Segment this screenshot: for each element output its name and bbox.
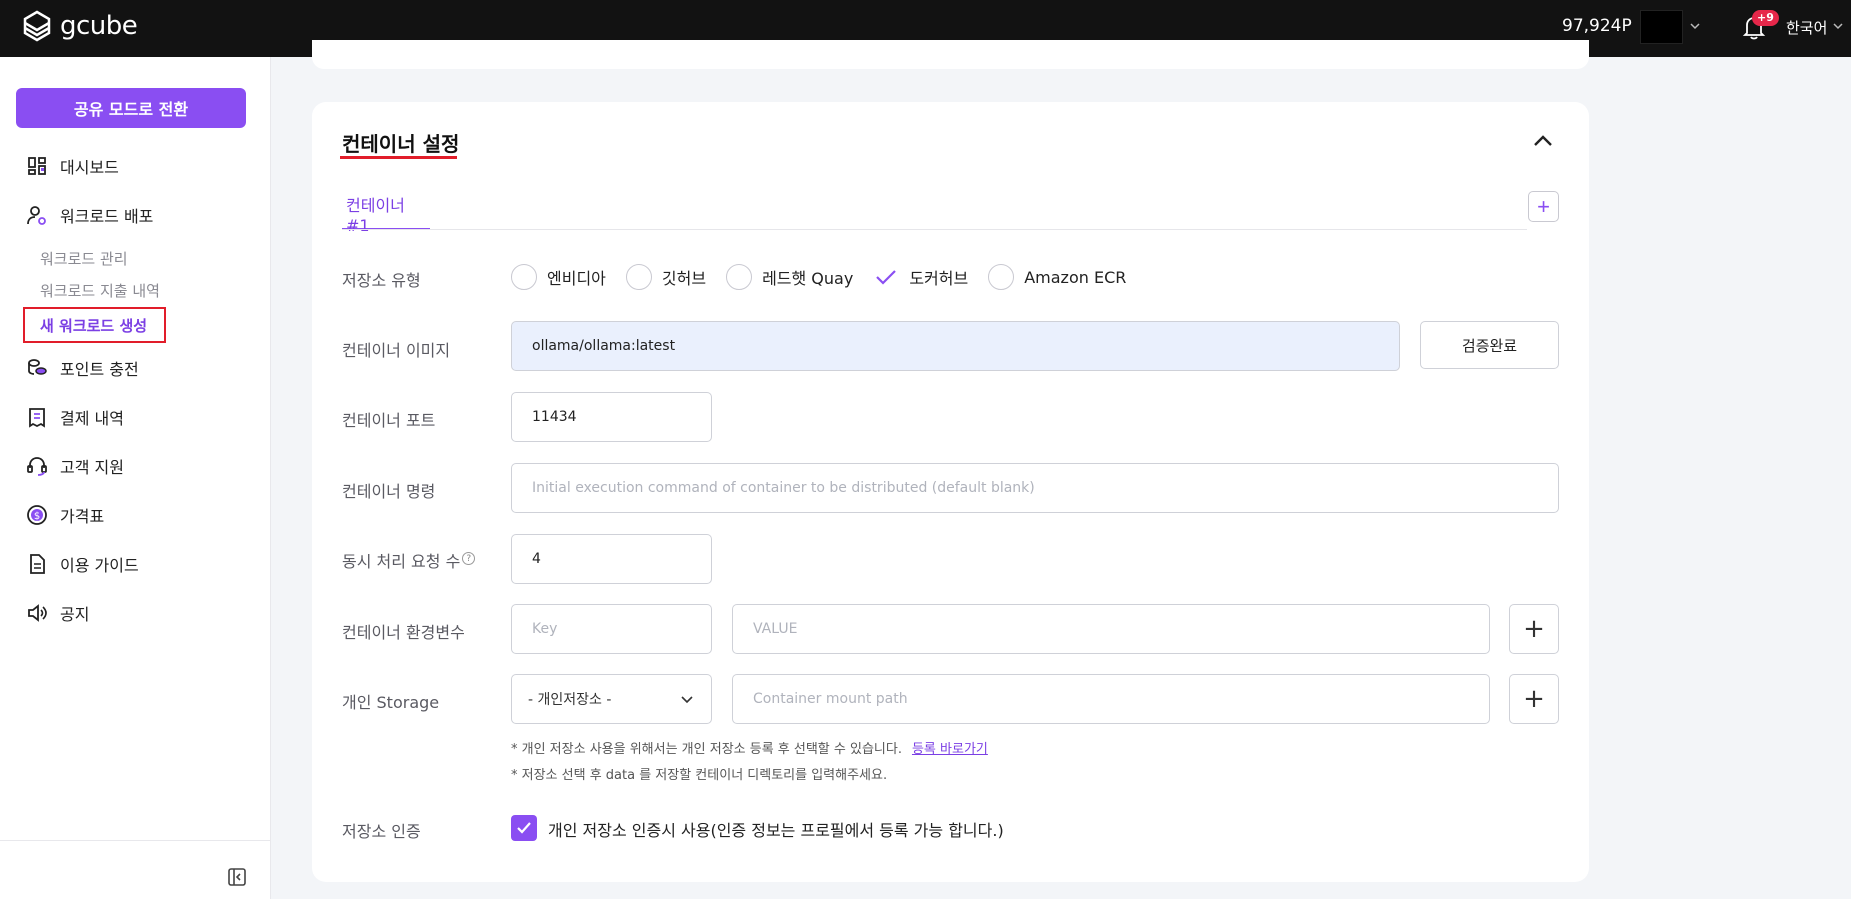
chevron-down-icon[interactable] <box>1831 19 1845 33</box>
plus-icon: + <box>1523 684 1545 714</box>
sidebar-subitem-label: 새 워크로드 생성 <box>40 316 148 335</box>
sidebar-item-label: 워크로드 배포 <box>60 207 154 226</box>
checkmark-icon <box>873 264 899 290</box>
tab-container-1[interactable]: 컨테이너 #1 <box>342 192 430 235</box>
registry-type-radio-group: 엔비디아 깃허브 레드햇 Quay 도커허브 Amazon ECR <box>511 262 1146 292</box>
radio-label: 도커허브 <box>909 269 969 288</box>
share-mode-button[interactable]: 공유 모드로 전환 <box>16 88 246 128</box>
sidebar-subitem-workload-spending[interactable]: 워크로드 지출 내역 <box>40 280 160 301</box>
dashboard-icon <box>28 157 46 175</box>
radio-dockerhub[interactable]: 도커허브 <box>873 264 968 290</box>
radio-circle <box>511 264 537 290</box>
sidebar-item-pricing[interactable]: $ 가격표 <box>26 500 104 530</box>
radio-circle <box>625 264 652 290</box>
sidebar-item-support[interactable]: 고객 지원 <box>26 451 124 481</box>
concurrency-label-text: 동시 처리 요청 수 <box>342 552 461 571</box>
sidebar: 공유 모드로 전환 대시보드 워크로드 배포 워크로드 관리 워크로드 지출 내… <box>0 57 271 899</box>
help-icon[interactable]: ? <box>462 551 476 565</box>
container-command-input[interactable] <box>511 463 1559 513</box>
sidebar-collapse-icon[interactable] <box>227 867 247 887</box>
radio-nvidia[interactable]: 엔비디아 <box>511 264 606 290</box>
auth-checkbox[interactable] <box>511 815 537 841</box>
env-value-input[interactable] <box>732 604 1490 654</box>
receipt-icon <box>29 408 45 428</box>
sidebar-item-guide[interactable]: 이용 가이드 <box>26 549 139 579</box>
sidebar-item-label: 이용 가이드 <box>60 556 139 575</box>
storage-select[interactable]: - 개인저장소 - <box>511 674 712 724</box>
sidebar-subitem-new-workload[interactable]: 새 워크로드 생성 <box>23 307 166 343</box>
storage-label: 개인 Storage <box>342 693 440 712</box>
previous-card <box>312 40 1589 69</box>
coins-icon <box>28 359 47 375</box>
chevron-up-icon[interactable] <box>1531 131 1555 151</box>
sidebar-divider <box>0 840 271 841</box>
env-key-input[interactable] <box>511 604 712 654</box>
container-image-input[interactable] <box>511 321 1400 371</box>
points-balance: 97,924P <box>1562 16 1632 36</box>
radio-label: Amazon ECR <box>1024 267 1127 287</box>
registry-auth-label: 저장소 인증 <box>342 822 421 841</box>
concurrency-input[interactable] <box>511 534 712 584</box>
sidebar-item-label: 대시보드 <box>60 158 119 177</box>
auth-checkbox-label: 개인 저장소 인증시 사용(인증 정보는 프로필에서 등록 가능 합니다.) <box>548 821 1004 840</box>
container-command-label: 컨테이너 명령 <box>342 482 436 501</box>
sidebar-item-label: 공지 <box>60 605 90 624</box>
avatar[interactable] <box>1640 10 1683 44</box>
add-container-button[interactable]: + <box>1528 191 1559 222</box>
dollar-icon: $ <box>27 505 47 525</box>
register-shortcut-link[interactable]: 등록 바로가기 <box>912 742 988 757</box>
sidebar-item-payments[interactable]: 결제 내역 <box>26 402 124 432</box>
section-title: 컨테이너 설정 <box>342 132 460 156</box>
container-port-input[interactable] <box>511 392 712 442</box>
headset-icon <box>27 457 47 476</box>
sidebar-item-label: 고객 지원 <box>60 458 124 477</box>
container-image-label: 컨테이너 이미지 <box>342 341 451 360</box>
storage-note-1: * 개인 저장소 사용을 위해서는 개인 저장소 등록 후 선택할 수 있습니다… <box>511 738 988 757</box>
title-highlight <box>340 156 457 159</box>
tab-divider <box>342 229 1527 230</box>
sidebar-item-workload-deploy[interactable]: 워크로드 배포 <box>26 200 153 230</box>
speaker-icon <box>28 604 47 622</box>
registry-type-label: 저장소 유형 <box>342 271 421 290</box>
storage-note-2: * 저장소 선택 후 data 를 저장할 컨테이너 디렉토리를 입력해주세요. <box>511 768 888 783</box>
plus-icon: + <box>1523 614 1545 644</box>
sidebar-item-label: 포인트 충전 <box>60 360 139 379</box>
sidebar-item-label: 가격표 <box>60 507 105 526</box>
gcube-logo-icon <box>23 10 51 42</box>
radio-circle <box>988 264 1015 290</box>
radio-circle <box>726 264 753 290</box>
sidebar-item-dashboard[interactable]: 대시보드 <box>26 151 119 181</box>
radio-label: 깃허브 <box>661 269 707 288</box>
logo[interactable]: gcube <box>22 9 138 43</box>
radio-label: 엔비디아 <box>547 269 606 288</box>
radio-github[interactable]: 깃허브 <box>625 264 707 290</box>
storage-select-value: - 개인저장소 - <box>528 692 612 708</box>
svg-text:$: $ <box>34 511 40 522</box>
sidebar-item-label: 결제 내역 <box>60 409 124 428</box>
chevron-down-icon <box>681 696 693 704</box>
concurrency-label: 동시 처리 요청 수? <box>342 548 476 572</box>
container-port-label: 컨테이너 포트 <box>342 411 436 430</box>
notification-badge: +9 <box>1752 10 1779 26</box>
radio-label: 레드햇 Quay <box>762 269 854 288</box>
chevron-down-icon[interactable] <box>1688 19 1702 33</box>
verify-button[interactable]: 검증완료 <box>1420 321 1559 369</box>
document-icon <box>30 554 45 574</box>
mount-path-input[interactable] <box>732 674 1490 724</box>
sidebar-subitem-workload-manage[interactable]: 워크로드 관리 <box>40 248 128 269</box>
env-vars-label: 컨테이너 환경변수 <box>342 623 465 642</box>
radio-amazon-ecr[interactable]: Amazon ECR <box>988 264 1126 290</box>
plus-icon: + <box>1537 193 1550 219</box>
logo-text: gcube <box>60 11 138 41</box>
sidebar-item-notice[interactable]: 공지 <box>26 598 89 628</box>
add-storage-button[interactable]: + <box>1509 674 1559 724</box>
language-selector[interactable]: 한국어 <box>1786 17 1827 38</box>
add-env-button[interactable]: + <box>1509 604 1559 654</box>
user-gear-icon <box>27 206 46 225</box>
sidebar-item-points[interactable]: 포인트 충전 <box>26 353 139 383</box>
radio-redhat-quay[interactable]: 레드햇 Quay <box>726 264 853 290</box>
checkmark-icon <box>517 822 531 834</box>
note-text: * 개인 저장소 사용을 위해서는 개인 저장소 등록 후 선택할 수 있습니다… <box>511 742 902 757</box>
